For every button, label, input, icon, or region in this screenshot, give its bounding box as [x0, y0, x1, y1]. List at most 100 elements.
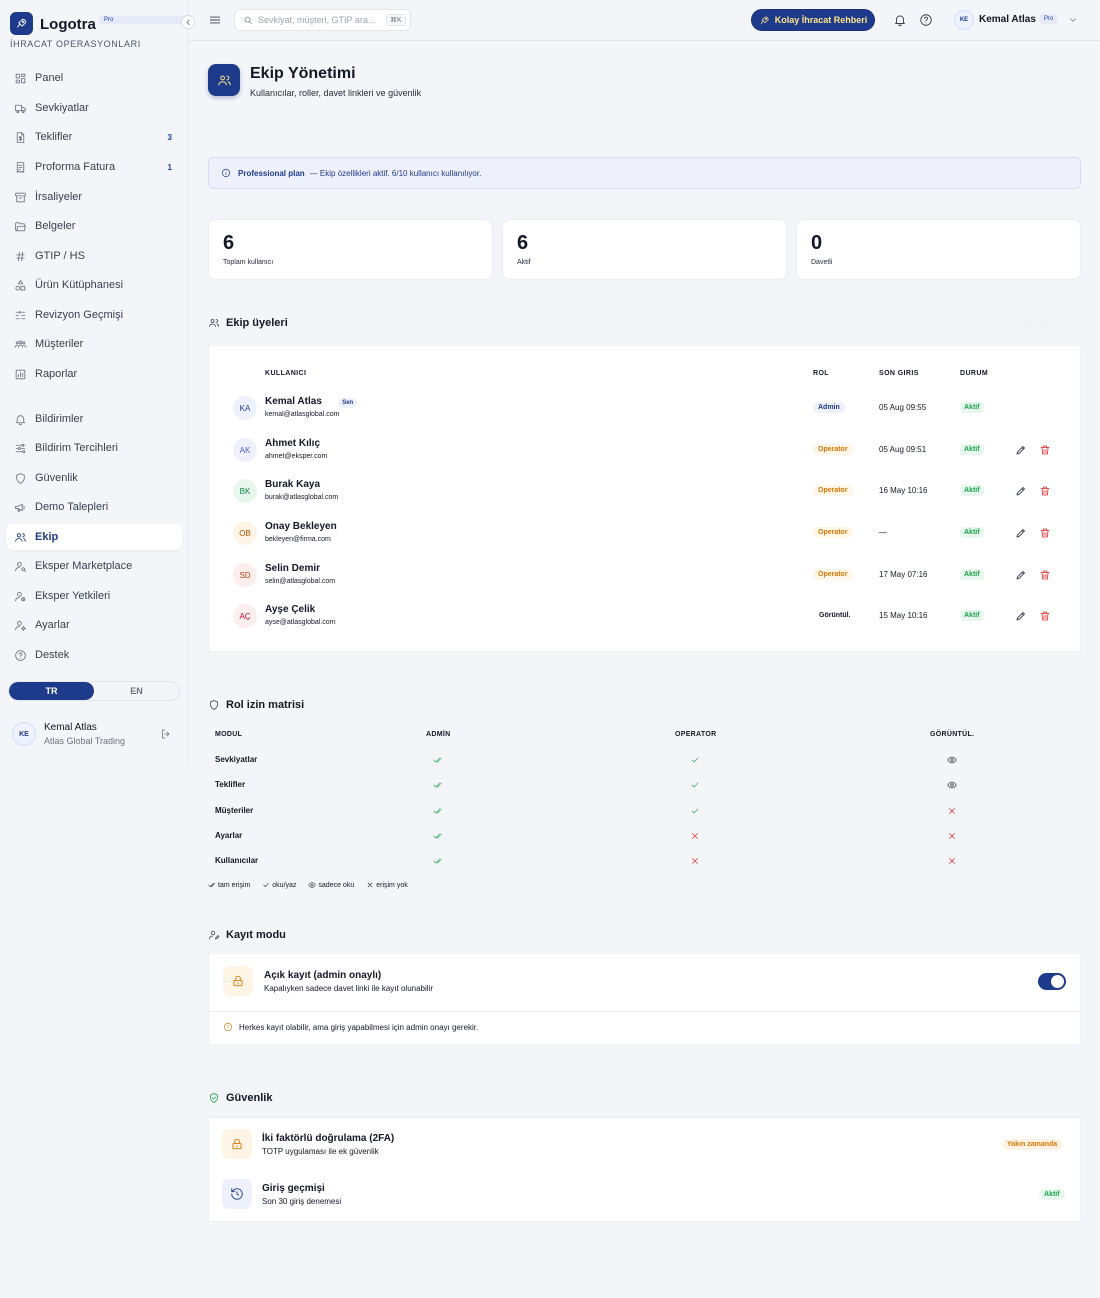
- last-login: 15 May 10:16: [879, 611, 928, 620]
- security-2fa-title: İki faktörlü doğrulama (2FA): [262, 1133, 395, 1144]
- security-login-history-title[interactable]: Giriş geçmişi: [262, 1183, 325, 1194]
- sidebar-item-gtip-hs[interactable]: GTIP / HS: [6, 243, 182, 269]
- sidebar-item-label: Bildirim Tercihleri: [35, 442, 118, 454]
- sidebar-item-bildirim-tercihleri[interactable]: Bildirim Tercihleri: [6, 435, 182, 461]
- rocket-icon: [10, 12, 33, 35]
- plan-badge: Pro: [1039, 14, 1059, 24]
- double-check-icon: [433, 782, 442, 788]
- sidebar-item-irsaliyeler[interactable]: İrsaliyeler: [6, 184, 182, 210]
- sidebar-item-proforma-fatura[interactable]: Proforma Fatura 1: [6, 154, 182, 180]
- pencil-icon[interactable]: [1015, 444, 1027, 456]
- avatar: OB: [233, 521, 257, 545]
- chevron-down-icon[interactable]: [1068, 15, 1078, 25]
- topbar-user-name[interactable]: Kemal Atlas: [979, 14, 1036, 25]
- matrix-col-module: MODUL: [215, 731, 243, 738]
- file-dollar-icon: [16, 131, 25, 143]
- sidebar-item-sevkiyatlar[interactable]: Sevkiyatlar: [6, 95, 182, 121]
- help-icon[interactable]: [919, 13, 933, 27]
- info-icon: [223, 1022, 233, 1032]
- search-input[interactable]: [258, 15, 382, 25]
- double-check-icon: [433, 808, 442, 814]
- col-status: DURUM: [960, 370, 989, 377]
- sidebar-item-eksper-yetkileri[interactable]: Eksper Yetkileri: [6, 583, 182, 609]
- users-icon: [14, 340, 27, 348]
- sidebar-item-label: Destek: [35, 649, 70, 661]
- user-name: Kemal Atlas: [44, 722, 97, 733]
- status-badge: Aktif: [960, 610, 984, 621]
- eye-icon: [947, 756, 957, 764]
- trash-icon[interactable]: [1039, 569, 1051, 581]
- lock-icon: [222, 1129, 252, 1159]
- lang-en-button[interactable]: EN: [94, 682, 179, 700]
- sidebar-item-label: GTIP / HS: [35, 250, 85, 262]
- sidebar-item-label: Teklifler: [35, 131, 73, 143]
- sidebar-item-musteriler[interactable]: Müşteriler: [6, 331, 182, 357]
- sidebar-item-urun-kutuphanesi[interactable]: Ürün Kütüphanesi: [6, 272, 182, 298]
- sidebar-item-revizyon-gecmisi[interactable]: Revizyon Geçmişi: [6, 302, 182, 328]
- hash-icon: [16, 251, 25, 261]
- sidebar-item-label: İrsaliyeler: [35, 191, 83, 203]
- menu-icon[interactable]: [208, 13, 222, 27]
- brand[interactable]: Logotra Pro: [10, 12, 204, 40]
- lang-tr-button[interactable]: TR: [9, 682, 94, 700]
- stat-value: 6: [517, 232, 529, 254]
- user-edit-icon: [209, 930, 220, 940]
- pencil-icon[interactable]: [1015, 610, 1027, 622]
- matrix-col-admin: ADMİN: [426, 731, 451, 738]
- security-section-title: Güvenlik: [208, 1092, 272, 1104]
- sidebar-item-label: Demo Talepleri: [35, 501, 109, 513]
- logout-icon[interactable]: [160, 728, 172, 740]
- stat-card-total: 6 Toplam kullanıcı: [208, 219, 493, 280]
- avatar: KE: [12, 722, 36, 746]
- trash-icon[interactable]: [1039, 485, 1051, 497]
- double-check-icon: [433, 858, 442, 864]
- open-registration-toggle[interactable]: [1038, 973, 1066, 990]
- invite-button[interactable]: Davet gönder: [996, 318, 1054, 328]
- stat-card-active: 6 Aktif: [502, 219, 787, 280]
- trash-icon[interactable]: [1039, 610, 1051, 622]
- sidebar-item-demo-talepleri[interactable]: Demo Talepleri: [6, 494, 182, 520]
- sidebar-item-raporlar[interactable]: Raporlar: [6, 361, 182, 387]
- pencil-icon[interactable]: [1015, 569, 1027, 581]
- last-login: —: [879, 528, 887, 537]
- double-check-icon: [433, 757, 442, 763]
- sidebar-item-ekip[interactable]: Ekip: [6, 524, 182, 550]
- sidebar-item-belgeler[interactable]: Belgeler: [6, 213, 182, 239]
- avatar: KE: [954, 10, 974, 30]
- megaphone-icon: [15, 503, 25, 512]
- bell-icon[interactable]: [893, 13, 907, 27]
- topbar-avatar[interactable]: KE: [954, 10, 974, 30]
- search-box[interactable]: ⌘K: [234, 9, 411, 31]
- collapse-sidebar-button[interactable]: [181, 15, 195, 29]
- sidebar-item-bildirimler[interactable]: Bildirimler: [6, 406, 182, 432]
- trash-icon[interactable]: [1039, 444, 1051, 456]
- pencil-icon[interactable]: [1015, 527, 1027, 539]
- member-email: ayse@atlasglobal.com: [265, 619, 336, 626]
- registration-note: Herkes kayıt olabilir, ama giriş yapabil…: [223, 1022, 478, 1032]
- page-title: Ekip Yönetimi: [250, 65, 356, 82]
- export-guide-button[interactable]: Kolay İhracat Rehberi: [751, 9, 875, 31]
- trash-icon[interactable]: [1039, 527, 1051, 539]
- members-title: Ekip üyeleri: [226, 317, 288, 329]
- brand-name: Logotra: [40, 16, 96, 33]
- plan-text: — Ekip özellikleri aktif. 6/10 kullanıcı…: [309, 168, 482, 178]
- sidebar-item-ayarlar[interactable]: Ayarlar: [6, 612, 182, 638]
- pencil-icon[interactable]: [1015, 485, 1027, 497]
- eye-icon: [308, 882, 317, 888]
- sidebar-item-destek[interactable]: Destek: [6, 642, 182, 668]
- stat-label: Aktif: [517, 259, 531, 266]
- sidebar-item-panel[interactable]: Panel: [6, 65, 182, 91]
- sidebar-item-label: Raporlar: [35, 368, 78, 380]
- help-icon: [15, 649, 26, 661]
- status-badge: Aktif: [960, 444, 984, 455]
- team-icon: [15, 532, 26, 542]
- col-role: ROL: [813, 370, 829, 377]
- sidebar-user-card[interactable]: KE Kemal Atlas Atlas Global Trading: [6, 716, 182, 752]
- divider: [209, 1011, 1080, 1012]
- you-badge: Sen: [338, 398, 358, 408]
- sidebar-item-guvenlik[interactable]: Güvenlik: [6, 465, 182, 491]
- sidebar-item-eksper-marketplace[interactable]: Eksper Marketplace: [6, 553, 182, 579]
- check-icon: [691, 808, 699, 814]
- avatar: AÇ: [233, 604, 257, 628]
- sidebar-item-teklifler[interactable]: Teklifler 3: [6, 124, 182, 150]
